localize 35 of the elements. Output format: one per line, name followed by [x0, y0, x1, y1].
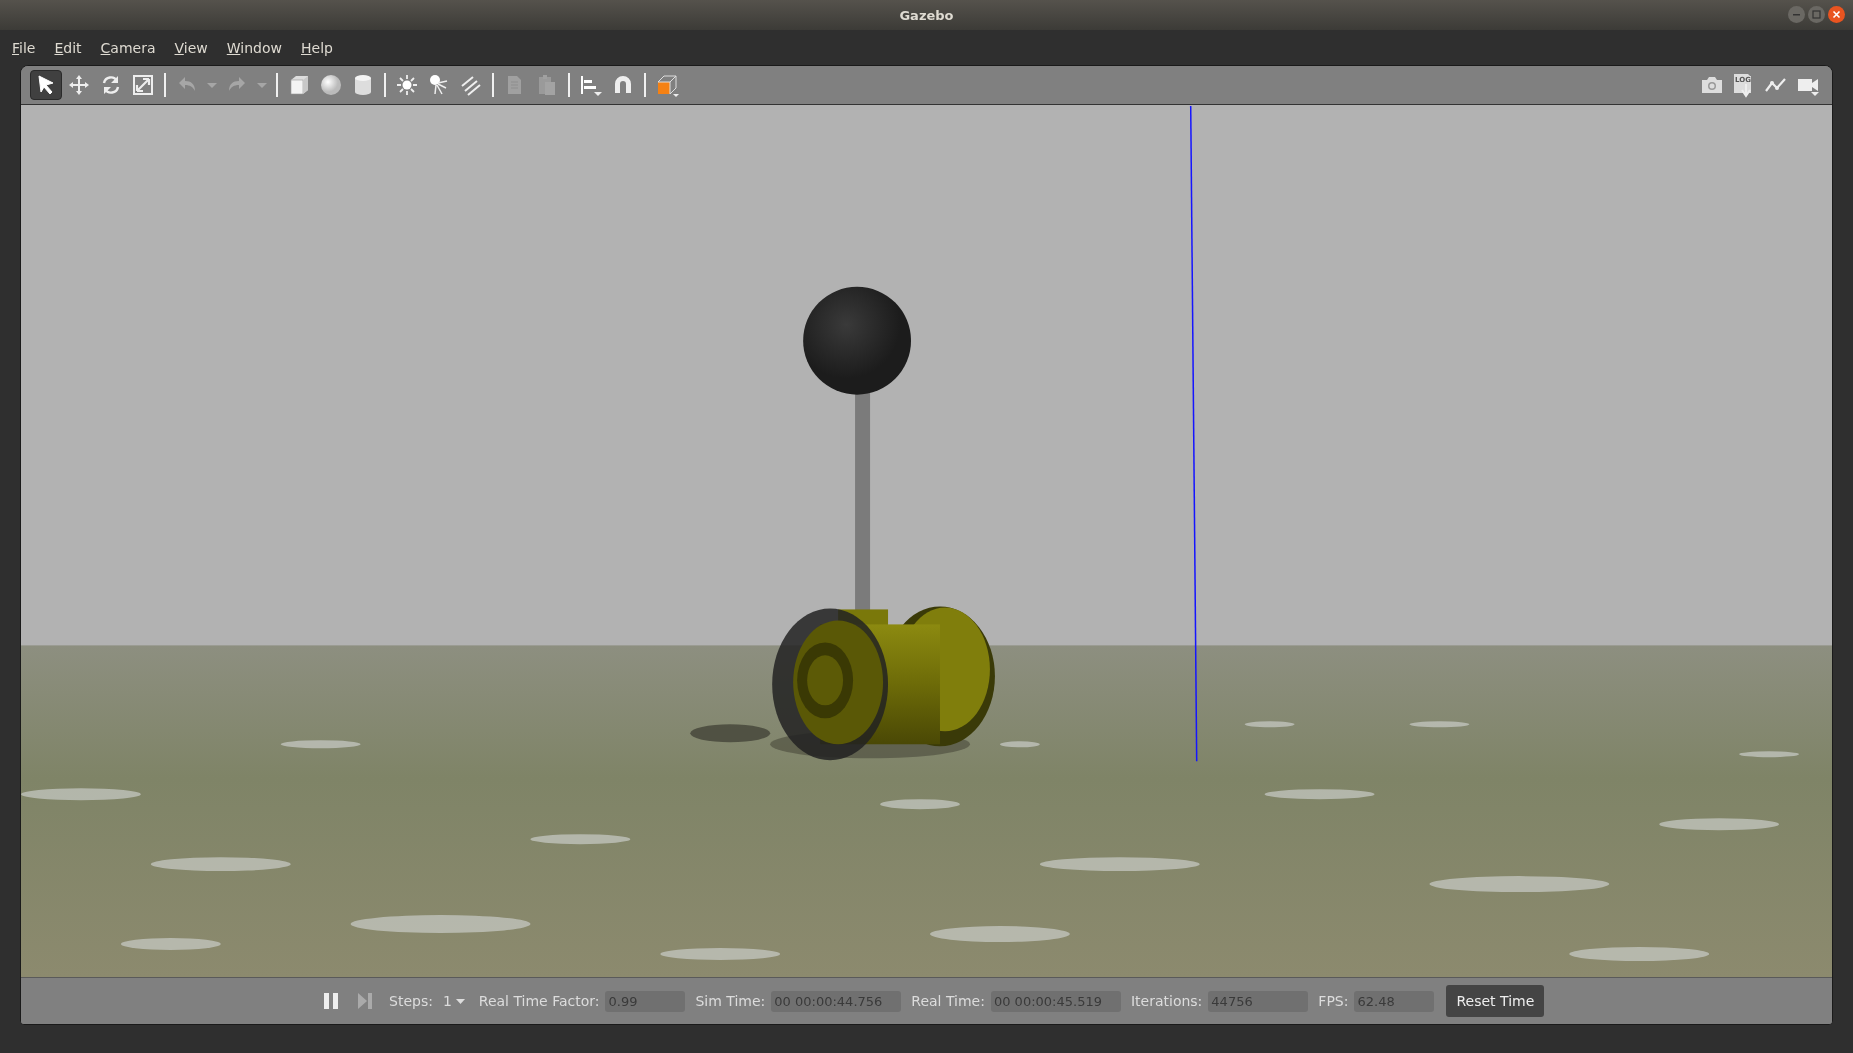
readout-label: Iterations: — [1130, 993, 1203, 1009]
steps-label: Steps: — [389, 993, 433, 1009]
select-tool-button[interactable] — [30, 70, 62, 100]
caret-icon — [455, 998, 465, 1004]
move-arrows-icon — [67, 73, 91, 97]
step-icon — [357, 992, 373, 1010]
menu-item[interactable]: Camera — [96, 39, 166, 56]
close-button[interactable] — [1828, 6, 1845, 23]
parallel-lines-icon — [459, 73, 483, 97]
sphere-icon — [319, 73, 343, 97]
readout-label: Real Time Factor: — [478, 993, 600, 1009]
sun-icon — [395, 73, 419, 97]
3d-scene[interactable] — [21, 105, 1832, 977]
maximize-icon — [1812, 10, 1821, 19]
resize-icon — [131, 73, 155, 97]
menu-item[interactable]: View — [170, 39, 218, 56]
cube-view-icon — [655, 73, 681, 97]
window-title: Gazebo — [899, 7, 954, 23]
caret-icon — [257, 82, 267, 88]
readout-label: Sim Time: — [695, 993, 766, 1009]
reset-time-button[interactable]: Reset Time — [1446, 985, 1545, 1017]
readout-label: FPS: — [1318, 993, 1349, 1009]
readout-label: Real Time: — [911, 993, 985, 1009]
close-icon — [1832, 10, 1841, 19]
cube-icon — [287, 73, 311, 97]
menu-item[interactable]: Edit — [50, 39, 92, 56]
caret-icon — [207, 82, 217, 88]
menu-item[interactable]: File — [8, 39, 46, 56]
menu-item[interactable]: Window — [222, 39, 292, 56]
step-button[interactable] — [355, 990, 375, 1012]
minimize-button[interactable] — [1788, 6, 1805, 23]
pause-button[interactable] — [321, 990, 341, 1012]
align-icon — [579, 73, 603, 97]
menu-item[interactable]: Help — [297, 39, 343, 56]
pause-icon — [323, 992, 339, 1010]
